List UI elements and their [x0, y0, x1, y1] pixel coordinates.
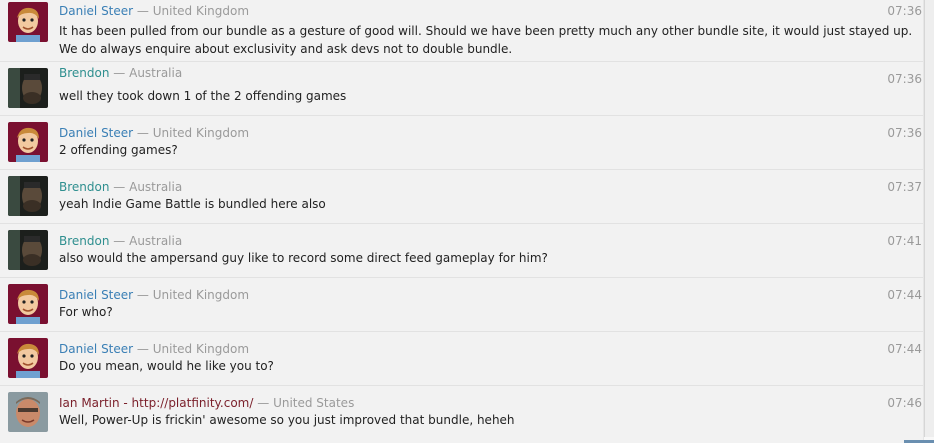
message-meta: Brendon — Australia [59, 234, 182, 249]
author-name[interactable]: Brendon [59, 66, 109, 80]
message-text: 2 offending games? [59, 143, 178, 157]
scroll-thumb[interactable] [924, 0, 934, 437]
photo-avatar-icon [8, 392, 48, 432]
message-text: well they took down 1 of the 2 offending… [59, 89, 347, 103]
message-meta: Brendon — Australia [59, 66, 182, 81]
cartoon-avatar-icon [8, 284, 48, 324]
avatar[interactable] [8, 122, 48, 162]
photo-avatar-icon [8, 68, 48, 108]
author-country: United States [273, 396, 355, 410]
message-text: For who? [59, 305, 113, 319]
photo-avatar-icon [8, 230, 48, 270]
author-country: United Kingdom [152, 4, 250, 18]
cartoon-avatar-icon [8, 2, 48, 42]
timestamp: 07:41 [887, 234, 922, 248]
avatar[interactable] [8, 392, 48, 432]
separator: — [253, 396, 274, 410]
message-text: also would the ampersand guy like to rec… [59, 251, 548, 265]
message-text: yeah Indie Game Battle is bundled here a… [59, 197, 326, 211]
separator: — [109, 180, 130, 194]
avatar[interactable] [8, 2, 48, 42]
separator: — [109, 66, 130, 80]
chat-message: Daniel Steer — United Kingdom 07:36 It h… [0, 0, 924, 62]
message-text: It has been pulled from our bundle as a … [59, 24, 913, 56]
message-text: Do you mean, would he like you to? [59, 359, 274, 373]
message-text: Well, Power-Up is frickin' awesome so yo… [59, 413, 515, 427]
cartoon-avatar-icon [8, 122, 48, 162]
message-meta: Ian Martin - http://platfinity.com/ — Un… [59, 396, 354, 411]
author-country: Australia [129, 180, 183, 194]
message-meta: Brendon — Australia [59, 180, 182, 195]
author-name[interactable]: Daniel Steer [59, 288, 133, 302]
author-name[interactable]: Brendon [59, 234, 109, 248]
separator: — [133, 288, 153, 302]
chat-message: Brendon — Australia 07:37 yeah Indie Gam… [0, 170, 924, 224]
author-name[interactable]: Daniel Steer [59, 342, 133, 356]
chat-message: Daniel Steer — United Kingdom 07:36 2 of… [0, 116, 924, 170]
message-meta: Daniel Steer — United Kingdom [59, 126, 249, 141]
timestamp: 07:36 [887, 126, 922, 140]
author-name[interactable]: Daniel Steer [59, 126, 133, 140]
chat-message: Daniel Steer — United Kingdom 07:44 Do y… [0, 332, 924, 386]
timestamp: 07:46 [887, 396, 922, 410]
author-name[interactable]: Daniel Steer [59, 4, 133, 18]
photo-avatar-icon [8, 176, 48, 216]
separator: — [133, 4, 153, 18]
scrollbar[interactable] [923, 0, 934, 443]
avatar[interactable] [8, 176, 48, 216]
avatar[interactable] [8, 284, 48, 324]
cartoon-avatar-icon [8, 338, 48, 378]
author-country: Australia [129, 66, 183, 80]
separator: — [109, 234, 130, 248]
separator: — [133, 126, 153, 140]
chat-log: Daniel Steer — United Kingdom 07:36 It h… [0, 0, 924, 443]
chat-message: Brendon — Australia 07:36 well they took… [0, 62, 924, 116]
avatar[interactable] [8, 230, 48, 270]
avatar[interactable] [8, 68, 48, 108]
timestamp: 07:36 [887, 4, 922, 18]
separator: — [133, 342, 153, 356]
author-country: Australia [129, 234, 183, 248]
author-country: United Kingdom [152, 342, 250, 356]
author-country: United Kingdom [152, 126, 250, 140]
chat-message: Ian Martin - http://platfinity.com/ — Un… [0, 386, 924, 443]
author-country: United Kingdom [152, 288, 250, 302]
message-meta: Daniel Steer — United Kingdom [59, 4, 249, 19]
timestamp: 07:37 [887, 180, 922, 194]
author-name[interactable]: Brendon [59, 180, 109, 194]
chat-message: Brendon — Australia 07:41 also would the… [0, 224, 924, 278]
message-meta: Daniel Steer — United Kingdom [59, 342, 249, 357]
timestamp: 07:44 [887, 342, 922, 356]
timestamp: 07:44 [887, 288, 922, 302]
timestamp: 07:36 [887, 72, 922, 86]
chat-message: Daniel Steer — United Kingdom 07:44 For … [0, 278, 924, 332]
author-name[interactable]: Ian Martin - http://platfinity.com/ [59, 396, 253, 410]
avatar[interactable] [8, 338, 48, 378]
message-meta: Daniel Steer — United Kingdom [59, 288, 249, 303]
